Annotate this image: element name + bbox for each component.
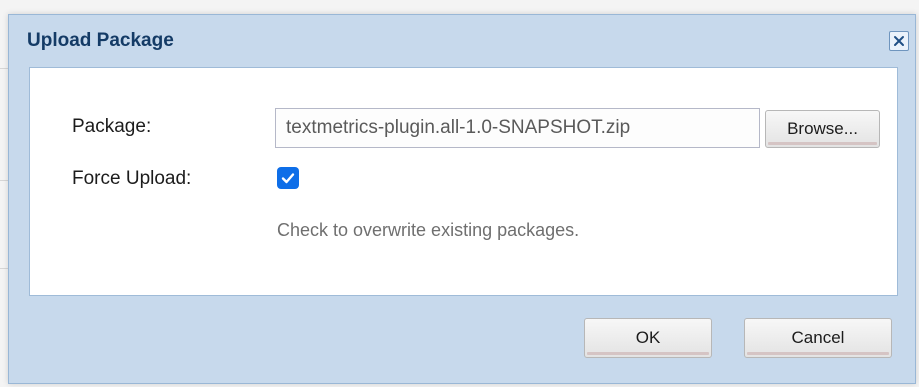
- upload-package-dialog: Upload Package Package: Browse... Force …: [8, 14, 916, 384]
- dialog-title: Upload Package: [27, 30, 174, 51]
- package-label: Package:: [72, 116, 152, 137]
- dialog-header[interactable]: Upload Package: [9, 15, 915, 67]
- checkmark-icon: [281, 173, 295, 184]
- force-upload-label: Force Upload:: [72, 168, 192, 189]
- force-upload-checkbox[interactable]: [277, 167, 299, 189]
- browse-button[interactable]: Browse...: [765, 110, 880, 148]
- close-button[interactable]: [889, 31, 909, 51]
- ok-button[interactable]: OK: [584, 318, 712, 358]
- close-icon: [894, 36, 904, 46]
- dialog-body: Package: Browse... Force Upload: Check t…: [29, 67, 898, 296]
- package-file-input[interactable]: [275, 108, 760, 148]
- force-upload-hint: Check to overwrite existing packages.: [277, 220, 580, 240]
- cancel-button[interactable]: Cancel: [744, 318, 892, 358]
